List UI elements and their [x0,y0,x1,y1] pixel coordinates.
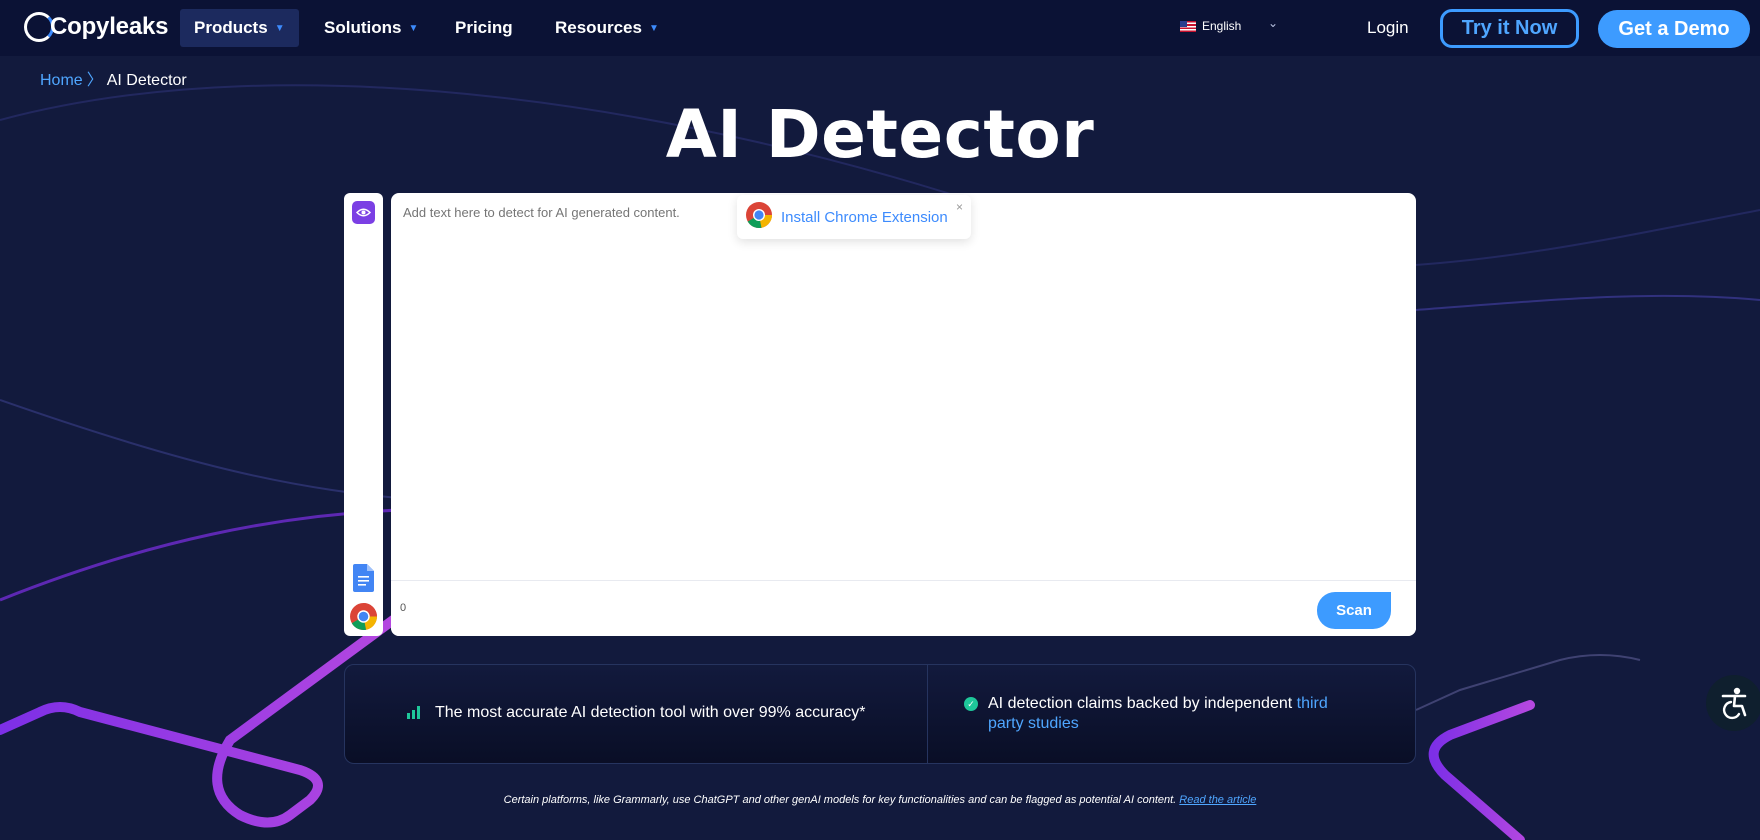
accessibility-icon[interactable] [1706,675,1760,731]
logo-text: Copyleaks [50,13,169,40]
caret-down-icon: ▼ [274,22,285,34]
nav-item-label: Products [194,18,268,37]
eye-icon[interactable] [352,201,375,224]
footnote: Certain platforms, like Grammarly, use C… [0,794,1760,806]
nav-item-pricing[interactable]: Pricing [441,9,527,47]
claims-panel: The most accurate AI detection tool with… [344,664,1416,764]
backed-claim-text: AI detection claims backed by independen… [988,694,1348,734]
chevron-down-icon[interactable]: ⌄ [1268,16,1278,30]
install-extension-label[interactable]: Install Chrome Extension [781,209,948,226]
read-the-article-link[interactable]: Read the article [1179,794,1256,806]
breadcrumb: Home 〉 AI Detector [40,66,187,90]
breadcrumb-current: AI Detector [106,72,187,89]
scan-button[interactable]: Scan [1317,592,1391,629]
nav-item-label: Resources [555,18,642,37]
editor-side-toolbar [344,193,383,636]
text-editor: Install Chrome Extension × 0 Scan [391,193,1416,636]
top-navigation: Copyleaks Products ▼ Solutions ▼ Pricing… [0,0,1760,56]
breadcrumb-home-link[interactable]: Home [40,72,83,89]
language-selector[interactable]: English [1180,19,1241,33]
breadcrumb-separator: 〉 [86,72,103,89]
try-it-now-button[interactable]: Try it Now [1440,9,1579,48]
google-docs-icon[interactable] [353,564,374,597]
check-circle-icon: ✓ [964,697,978,711]
bar-chart-icon [407,706,421,724]
backed-claim: ✓ AI detection claims backed by independ… [928,665,1415,763]
ai-text-input[interactable] [403,205,733,220]
nav-item-products[interactable]: Products ▼ [180,9,299,47]
get-a-demo-button[interactable]: Get a Demo [1598,10,1750,48]
copyleaks-logo[interactable]: Copyleaks [24,10,168,44]
chrome-icon[interactable] [349,602,378,636]
word-count: 0 [400,602,407,614]
accuracy-claim: The most accurate AI detection tool with… [345,665,928,763]
page-title: AI Detector [665,96,1095,173]
caret-down-icon: ▼ [408,22,419,34]
editor-footer: 0 Scan [391,580,1416,636]
nav-item-label: Pricing [455,18,513,37]
close-icon[interactable]: × [956,200,963,214]
footnote-text: Certain platforms, like Grammarly, use C… [503,794,1180,806]
login-link[interactable]: Login [1367,18,1409,38]
caret-down-icon: ▼ [648,22,659,34]
accuracy-claim-text: The most accurate AI detection tool with… [435,704,866,721]
us-flag-icon [1180,20,1196,32]
install-extension-popup[interactable]: Install Chrome Extension × [737,195,971,239]
nav-item-resources[interactable]: Resources ▼ [541,9,673,47]
language-label: English [1202,19,1242,33]
chrome-icon [745,201,773,234]
nav-item-solutions[interactable]: Solutions ▼ [310,9,432,47]
nav-item-label: Solutions [324,18,402,37]
backed-claim-prefix: AI detection claims backed by independen… [988,695,1297,712]
